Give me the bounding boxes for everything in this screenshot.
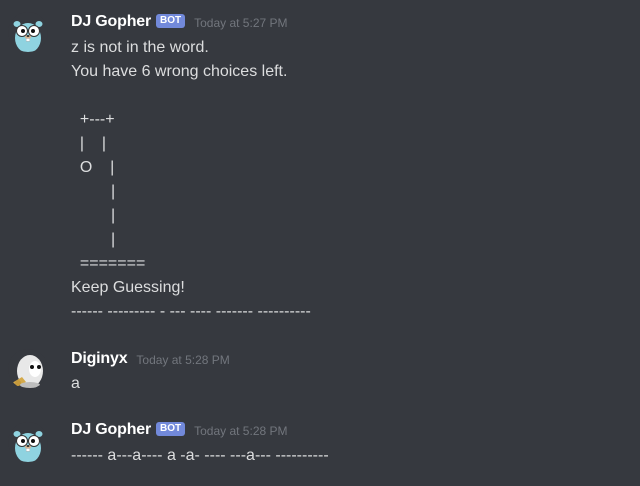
hangman-line: | bbox=[71, 207, 116, 224]
username[interactable]: DJ Gopher bbox=[71, 13, 151, 31]
username[interactable]: Diginyx bbox=[71, 350, 128, 368]
word-pattern: ------ --------- - --- ---- ------- ----… bbox=[71, 303, 311, 320]
game-status: Keep Guessing! bbox=[71, 279, 185, 296]
bot-badge: BOT bbox=[156, 422, 186, 436]
timestamp[interactable]: Today at 5:28 PM bbox=[136, 353, 229, 367]
hangman-line: | bbox=[71, 183, 116, 200]
hangman-line: +---+ bbox=[71, 111, 115, 128]
timestamp[interactable]: Today at 5:27 PM bbox=[194, 16, 287, 30]
message-header: Diginyx Today at 5:28 PM bbox=[71, 350, 230, 368]
hangman-line: ======= bbox=[71, 255, 146, 272]
message-line: a bbox=[71, 375, 80, 392]
username[interactable]: DJ Gopher bbox=[71, 421, 151, 439]
gopher-avatar-image bbox=[8, 422, 48, 462]
message-group-1: DJ Gopher BOT Today at 5:27 PM z is not … bbox=[0, 0, 640, 330]
timestamp[interactable]: Today at 5:28 PM bbox=[194, 424, 287, 438]
user-avatar-image bbox=[8, 349, 48, 389]
hangman-line: | bbox=[71, 231, 116, 248]
word-pattern: ------ a---a---- a -a- ---- ---a--- ----… bbox=[71, 447, 329, 464]
bot-badge: BOT bbox=[156, 14, 186, 28]
message-line: z is not in the word. bbox=[71, 39, 209, 56]
message-header: DJ Gopher BOT Today at 5:28 PM bbox=[71, 421, 288, 439]
message-group-2: Diginyx Today at 5:28 PM a bbox=[0, 340, 640, 410]
message-line: You have 6 wrong choices left. bbox=[71, 63, 288, 80]
user-avatar[interactable] bbox=[8, 349, 48, 389]
message-group-3: DJ Gopher BOT Today at 5:28 PM ------ a-… bbox=[0, 410, 640, 486]
hangman-line: | | bbox=[71, 135, 106, 152]
message-header: DJ Gopher BOT Today at 5:27 PM bbox=[71, 13, 288, 31]
gopher-avatar[interactable] bbox=[8, 422, 48, 462]
gopher-avatar[interactable] bbox=[8, 12, 48, 52]
hangman-line: O | bbox=[71, 159, 115, 176]
gopher-avatar-image bbox=[8, 12, 48, 52]
